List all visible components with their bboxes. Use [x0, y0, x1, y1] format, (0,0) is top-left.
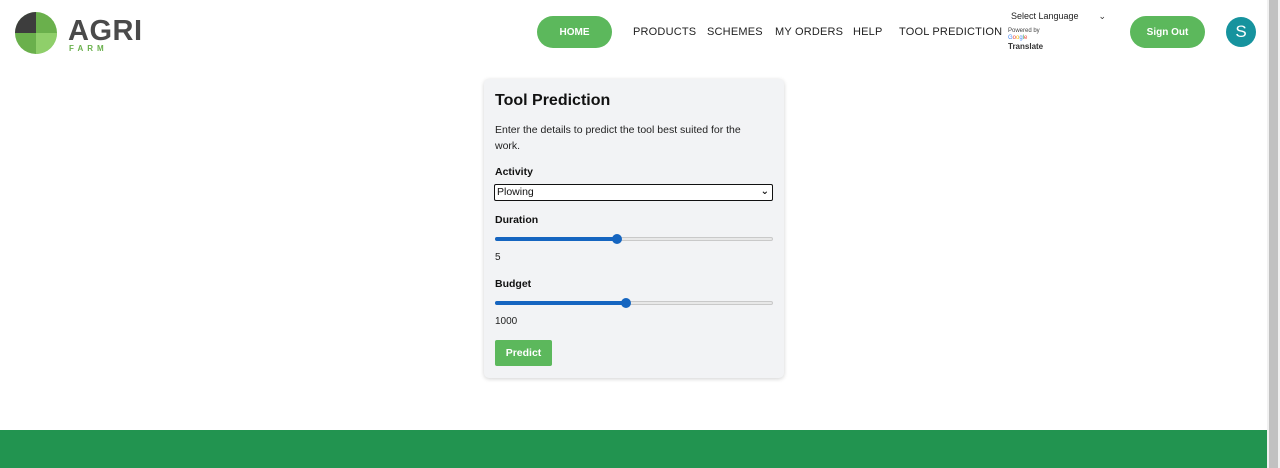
duration-value: 5	[495, 252, 501, 263]
google-logo-text: Google	[1008, 35, 1028, 41]
nav-home-button[interactable]: HOME	[537, 16, 612, 48]
predict-button[interactable]: Predict	[495, 340, 552, 366]
duration-label: Duration	[495, 214, 539, 226]
logo-subtitle: FARM	[69, 44, 108, 53]
sign-out-button[interactable]: Sign Out	[1130, 16, 1205, 48]
agri-farm-logo[interactable]: AGRI FARM	[14, 11, 144, 55]
budget-value: 1000	[495, 316, 518, 327]
budget-label: Budget	[495, 278, 532, 290]
slider-fill	[495, 237, 618, 241]
activity-select[interactable]: Plowing ⌄	[494, 184, 773, 201]
nav-tool-prediction-link[interactable]: TOOL PREDICTION	[899, 26, 1002, 38]
language-select-label: Select Language	[1011, 11, 1079, 21]
nav-my-orders-link[interactable]: MY ORDERS	[775, 26, 843, 38]
slider-thumb[interactable]	[620, 298, 631, 308]
duration-slider[interactable]	[495, 233, 773, 245]
nav-help-link[interactable]: HELP	[853, 26, 883, 38]
nav-schemes-link[interactable]: SCHEMES	[707, 26, 763, 38]
user-avatar[interactable]: S	[1226, 17, 1256, 47]
main-nav: HOME PRODUCTS SCHEMES MY ORDERS HELP TOO…	[537, 16, 1002, 48]
budget-slider[interactable]	[495, 297, 773, 309]
chevron-down-icon: ⌄	[760, 186, 769, 197]
form-description: Enter the details to predict the tool be…	[495, 124, 741, 152]
activity-label: Activity	[495, 166, 533, 178]
page-footer	[0, 430, 1267, 468]
tool-prediction-card: Tool Prediction Enter the details to pre…	[484, 79, 784, 378]
form-title: Tool Prediction	[495, 92, 611, 109]
google-translate-widget: Select Language ⌄ Powered by Google Tran…	[1008, 8, 1108, 52]
chevron-down-icon: ⌄	[1098, 11, 1106, 21]
activity-selected-value: Plowing	[497, 186, 534, 198]
powered-by-label: Powered by	[1008, 28, 1040, 34]
scrollbar-thumb[interactable]	[1269, 0, 1278, 468]
slider-fill	[495, 301, 626, 305]
top-navbar: AGRI FARM HOME PRODUCTS SCHEMES MY ORDER…	[0, 0, 1267, 64]
nav-products-link[interactable]: PRODUCTS	[633, 26, 696, 38]
language-select[interactable]: Select Language ⌄	[1008, 8, 1108, 24]
logo-wordmark: AGRI	[68, 15, 143, 47]
slider-thumb[interactable]	[612, 234, 623, 244]
page-scrollbar[interactable]	[1267, 0, 1280, 468]
translate-link[interactable]: Translate	[1008, 42, 1108, 52]
logo-mark-icon	[15, 12, 57, 54]
